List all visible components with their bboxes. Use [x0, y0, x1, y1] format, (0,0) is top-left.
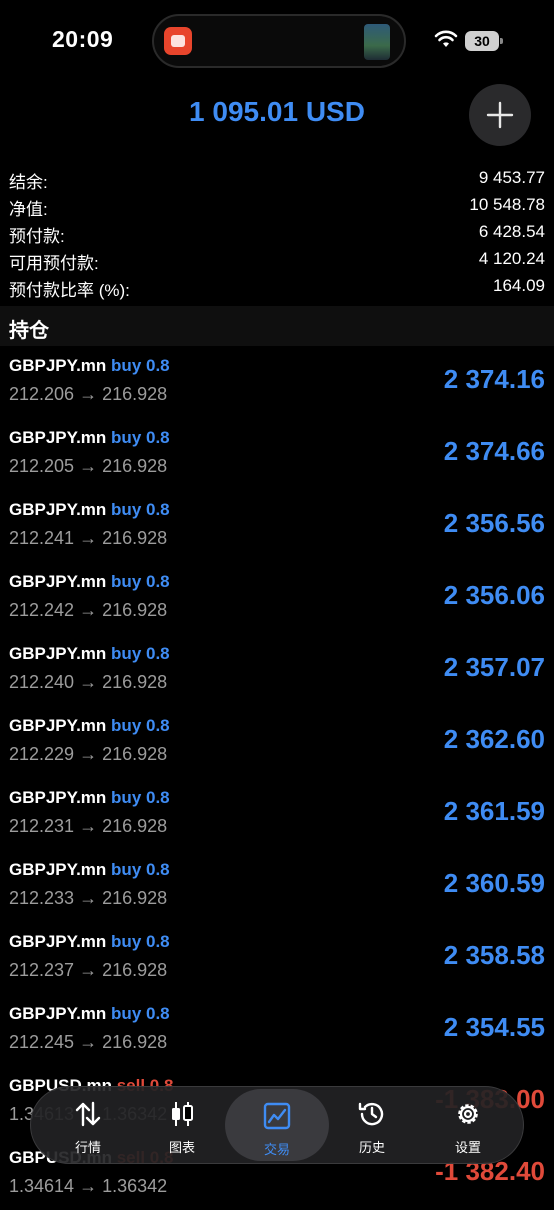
position-side: buy 0.8: [111, 860, 170, 879]
account-summary: 结余: 9 453.77 净值: 10 548.78 预付款: 6 428.54…: [0, 164, 554, 300]
summary-value: 164.09: [493, 276, 545, 295]
tab-label: 历史: [358, 1140, 385, 1155]
tab-label: 设置: [454, 1140, 481, 1155]
summary-value: 9 453.77: [478, 168, 545, 187]
position-prices: 212.231 → 216.928: [9, 816, 168, 836]
positions-list: GBPJPY.mn buy 0.8 212.206 → 216.928 2 37…: [0, 346, 554, 1210]
position-prices: 212.237 → 216.928: [9, 960, 168, 980]
tab-charts[interactable]: 图表: [135, 1087, 229, 1163]
position-side: buy 0.8: [111, 500, 170, 519]
wifi-icon: [434, 30, 458, 47]
position-profit: 2 374.66: [443, 436, 545, 466]
summary-label: 结余:: [9, 173, 48, 192]
position-row[interactable]: GBPJPY.mn buy 0.8 212.206 → 216.928 2 37…: [0, 346, 554, 418]
position-symbol: GBPJPY.mn: [9, 860, 107, 879]
position-profit: 2 361.59: [443, 796, 545, 826]
summary-row-free-margin: 可用预付款: 4 120.24: [0, 245, 554, 273]
summary-value: 4 120.24: [478, 249, 545, 268]
position-symbol: GBPJPY.mn: [9, 932, 107, 951]
position-prices: 212.206 → 216.928: [9, 384, 168, 404]
position-prices: 212.245 → 216.928: [9, 1032, 168, 1052]
position-side: buy 0.8: [111, 1004, 170, 1023]
plus-icon: [486, 101, 514, 129]
new-order-button[interactable]: [469, 84, 531, 146]
position-symbol: GBPJPY.mn: [9, 1004, 107, 1023]
summary-row-margin-level: 预付款比率 (%): 164.09: [0, 272, 554, 300]
summary-value: 10 548.78: [469, 195, 545, 214]
position-side: buy 0.8: [111, 572, 170, 591]
position-symbol: GBPJPY.mn: [9, 716, 107, 735]
position-row[interactable]: GBPJPY.mn buy 0.8 212.205 → 216.928 2 37…: [0, 418, 554, 490]
candlestick-icon: [172, 1102, 193, 1126]
position-row[interactable]: GBPJPY.mn buy 0.8 212.240 → 216.928 2 35…: [0, 634, 554, 706]
summary-value: 6 428.54: [478, 222, 545, 241]
tab-label: 交易: [263, 1142, 290, 1157]
tab-history[interactable]: 历史: [325, 1087, 419, 1163]
gear-icon: [458, 1104, 478, 1124]
battery-icon: 30: [465, 31, 503, 51]
summary-label: 预付款:: [9, 227, 65, 246]
position-symbol: GBPJPY.mn: [9, 500, 107, 519]
summary-label: 净值:: [9, 200, 48, 219]
position-profit: 2 356.56: [443, 508, 545, 538]
position-prices: 212.240 → 216.928: [9, 672, 168, 692]
position-profit: 2 374.16: [443, 364, 545, 394]
dynamic-island: [152, 14, 406, 68]
position-row[interactable]: GBPJPY.mn buy 0.8 212.245 → 216.928 2 35…: [0, 994, 554, 1066]
tab-quotes[interactable]: 行情: [41, 1087, 135, 1163]
position-symbol: GBPJPY.mn: [9, 644, 107, 663]
position-row[interactable]: GBPJPY.mn buy 0.8 212.231 → 216.928 2 36…: [0, 778, 554, 850]
position-row[interactable]: GBPJPY.mn buy 0.8 212.229 → 216.928 2 36…: [0, 706, 554, 778]
summary-row-balance: 结余: 9 453.77: [0, 164, 554, 192]
position-profit: 2 354.55: [443, 1012, 545, 1042]
position-symbol: GBPJPY.mn: [9, 788, 107, 807]
position-side: buy 0.8: [111, 932, 170, 951]
tab-label: 行情: [74, 1140, 101, 1155]
position-row[interactable]: GBPJPY.mn buy 0.8 212.237 → 216.928 2 35…: [0, 922, 554, 994]
media-thumbnail: [364, 24, 390, 60]
summary-label: 预付款比率 (%):: [9, 281, 130, 300]
position-row[interactable]: GBPJPY.mn buy 0.8 212.242 → 216.928 2 35…: [0, 562, 554, 634]
position-side: buy 0.8: [111, 644, 170, 663]
position-row[interactable]: GBPJPY.mn buy 0.8 212.233 → 216.928 2 36…: [0, 850, 554, 922]
tab-label: 图表: [168, 1140, 195, 1155]
quotes-arrows-icon: [75, 1101, 101, 1127]
position-row[interactable]: GBPJPY.mn buy 0.8 212.241 → 216.928 2 35…: [0, 490, 554, 562]
position-side: buy 0.8: [111, 356, 170, 375]
summary-label: 可用预付款:: [9, 254, 99, 273]
summary-row-margin: 预付款: 6 428.54: [0, 218, 554, 246]
position-side: buy 0.8: [111, 716, 170, 735]
position-prices: 212.205 → 216.928: [9, 456, 168, 476]
position-profit: 2 356.06: [443, 580, 545, 610]
position-side: buy 0.8: [111, 788, 170, 807]
position-prices: 212.241 → 216.928: [9, 528, 168, 548]
position-symbol: GBPJPY.mn: [9, 572, 107, 591]
summary-row-equity: 净值: 10 548.78: [0, 191, 554, 219]
position-prices: 212.242 → 216.928: [9, 600, 168, 620]
position-profit: 2 362.60: [443, 724, 545, 754]
position-profit: 2 360.59: [443, 868, 545, 898]
trade-chart-icon: [263, 1102, 291, 1130]
positions-section-header: 持仓: [0, 306, 554, 346]
app-activity-icon: [164, 27, 192, 55]
bottom-tab-bar: 行情 图表 交易 历史 设置: [30, 1086, 524, 1164]
position-side: buy 0.8: [111, 428, 170, 447]
position-symbol: GBPJPY.mn: [9, 356, 107, 375]
position-prices: 212.233 → 216.928: [9, 888, 168, 908]
position-profit: 2 357.07: [443, 652, 545, 682]
tab-trade[interactable]: 交易: [225, 1089, 329, 1161]
status-bar: 20:09 30: [0, 0, 554, 82]
tab-settings[interactable]: 设置: [421, 1087, 515, 1163]
position-prices: 1.34614 → 1.36342: [9, 1176, 168, 1196]
position-prices: 212.229 → 216.928: [9, 744, 168, 764]
position-symbol: GBPJPY.mn: [9, 428, 107, 447]
position-profit: 2 358.58: [443, 940, 545, 970]
status-time: 20:09: [52, 26, 114, 52]
section-title: 持仓: [9, 320, 49, 342]
history-clock-icon: [358, 1102, 384, 1126]
